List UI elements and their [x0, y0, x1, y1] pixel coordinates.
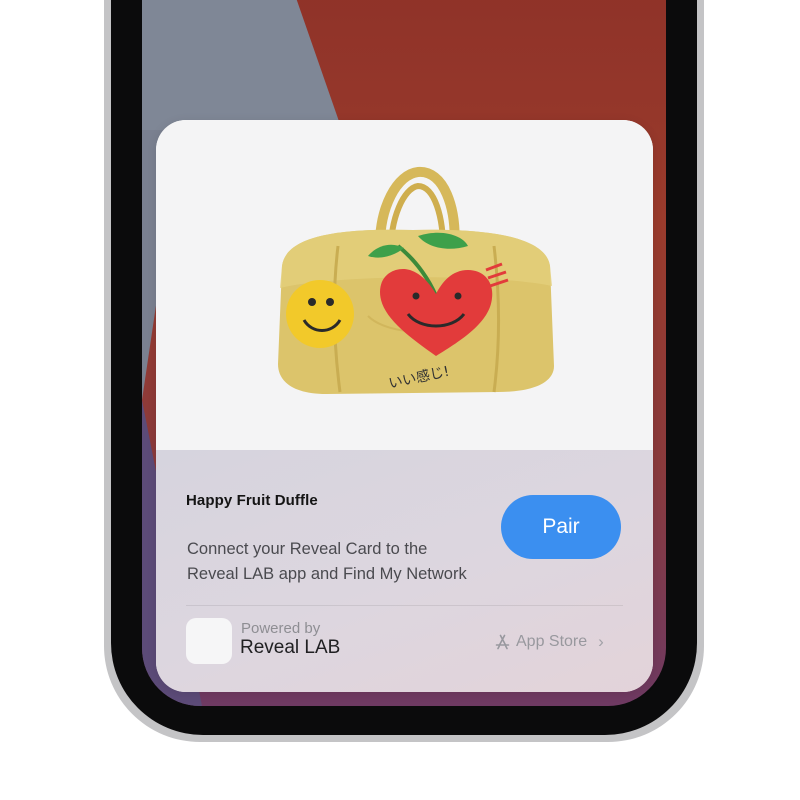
app-store-icon	[495, 634, 510, 649]
app-name: Reveal LAB	[240, 637, 341, 658]
product-description: Connect your Reveal Card to the Reveal L…	[187, 537, 487, 587]
product-image-area: いい感じ!	[156, 120, 653, 450]
pair-button[interactable]: Pair	[501, 495, 621, 559]
duffle-bag-image: いい感じ!	[278, 167, 554, 394]
app-clip-card: いい感じ! Happy Fruit Duffle Connect your Re…	[156, 120, 653, 692]
app-store-label: App Store	[516, 633, 588, 650]
app-icon	[186, 618, 232, 664]
card-info-panel: Happy Fruit Duffle Connect your Reveal C…	[156, 450, 653, 692]
app-store-link[interactable]: App Store ›	[494, 632, 604, 652]
description-line-1: Connect your Reveal Card to the	[187, 540, 428, 558]
powered-by-label: Powered by	[241, 620, 321, 637]
product-title: Happy Fruit Duffle	[186, 492, 318, 509]
chevron-right-icon: ›	[598, 632, 604, 651]
description-line-2: Reveal LAB app and Find My Network	[187, 565, 467, 583]
divider	[186, 605, 623, 606]
